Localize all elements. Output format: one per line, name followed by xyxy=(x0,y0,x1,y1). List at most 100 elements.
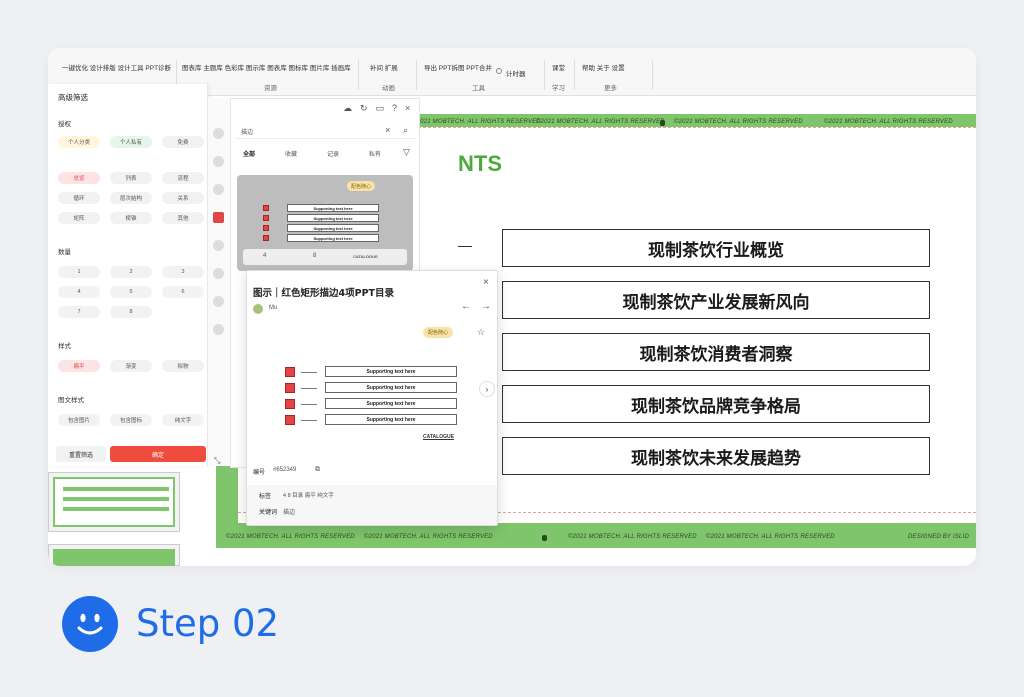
toc-item[interactable]: 现制茶饮产业发展新风向 xyxy=(502,281,930,319)
supporting-text: Supporting text here xyxy=(325,398,457,409)
filter-pill[interactable]: 1 xyxy=(58,266,100,278)
filter-pill[interactable]: 8 xyxy=(110,306,152,318)
filter-title: 高级筛选 xyxy=(58,93,88,102)
filter-pill[interactable]: 个人分类 xyxy=(58,136,100,148)
filter-pill-selected[interactable]: 总览 xyxy=(58,172,100,184)
picture-icon[interactable] xyxy=(213,296,224,307)
compass-icon[interactable] xyxy=(213,268,224,279)
confirm-filter-button[interactable]: 确定 xyxy=(110,446,206,462)
advanced-filter-panel: 高级筛选 授权 个人分类 个人私有 免费 总览 列表 流程 循环 层次结构 关系… xyxy=(48,84,208,466)
ribbon-label-animation: 动画 xyxy=(382,85,395,92)
filter-pill[interactable]: 2 xyxy=(110,266,152,278)
tab-private[interactable]: 私有 xyxy=(369,149,381,158)
logo-icon xyxy=(660,120,665,126)
toc-item[interactable]: 现制茶饮品牌竞争格局 xyxy=(502,385,930,423)
filter-pill[interactable]: 棱锥 xyxy=(110,212,152,224)
diagram-icon[interactable] xyxy=(213,212,224,223)
marker-square xyxy=(263,235,269,241)
chart-icon[interactable] xyxy=(213,240,224,251)
filter-pill[interactable]: 矩阵 xyxy=(58,212,100,224)
filter-pill[interactable]: 层次结构 xyxy=(110,192,152,204)
tool-icon-column: ⤡ xyxy=(208,98,230,466)
next-arrow-icon[interactable]: → xyxy=(481,301,491,312)
keyword-value: 描边 xyxy=(283,510,296,516)
reset-filter-button[interactable]: 重置筛选 xyxy=(56,446,106,462)
filter-pill[interactable]: 3 xyxy=(162,266,204,278)
filter-section-usage: 授权 xyxy=(58,121,71,128)
author-name: Mu xyxy=(269,305,278,311)
slide-thumbnail-preview xyxy=(53,477,175,527)
supporting-text: Supporting text here xyxy=(287,234,379,242)
ribbon-divider xyxy=(544,60,545,90)
toc-item[interactable]: 现制茶饮消费者洞察 xyxy=(502,333,930,371)
filter-pill[interactable]: 7 xyxy=(58,306,100,318)
search-input[interactable]: 描边 × ⌕ xyxy=(235,123,417,139)
clear-icon[interactable]: × xyxy=(385,125,390,135)
prev-arrow-icon[interactable]: ← xyxy=(461,301,471,312)
filter-pill[interactable]: 其他 xyxy=(162,212,204,224)
footer-text: ©2021 MOBTECH. ALL RIGHTS RESERVED xyxy=(824,119,953,125)
ribbon-group-tools[interactable]: 导出 PPT拆图 PPT合并 xyxy=(424,62,492,72)
toc-item[interactable]: 现制茶饮未来发展趋势 xyxy=(502,437,930,475)
ribbon-group-resources[interactable]: 图表库 主题库 色彩库 图示库 图表库 图标库 图片库 插画库 xyxy=(182,62,351,72)
timer-icon[interactable] xyxy=(496,68,502,74)
tab-all[interactable]: 全部 xyxy=(243,149,255,158)
collapse-icon[interactable]: ⤡ xyxy=(214,456,220,466)
filter-pill[interactable]: 6 xyxy=(162,286,204,298)
ribbon-group-more[interactable]: 帮助 关于 设置 xyxy=(582,62,625,72)
ribbon-divider xyxy=(416,60,417,90)
footer-text: ©2021 MOBTECH. ALL RIGHTS RESERVED xyxy=(674,119,803,125)
tab-history[interactable]: 记录 xyxy=(327,149,339,158)
slide-thumbnail-preview xyxy=(53,549,175,566)
ribbon-label-tools: 工具 xyxy=(472,85,485,92)
slide-thumbnail[interactable] xyxy=(48,544,180,566)
search-icon[interactable]: ⌕ xyxy=(403,125,408,136)
search-query: 描边 xyxy=(241,130,254,136)
filter-pill[interactable]: 4 xyxy=(58,286,100,298)
copy-icon[interactable]: ⧉ xyxy=(315,466,320,474)
tab-favorites[interactable]: 收藏 xyxy=(285,149,297,158)
filter-pill[interactable]: 包含图标 xyxy=(110,414,152,426)
toc-item[interactable]: 现制茶饮行业概览 xyxy=(502,229,930,267)
filter-pill[interactable]: 5 xyxy=(110,286,152,298)
catalogue-label: CATALOGUE xyxy=(353,254,378,259)
ribbon-group-animation[interactable]: 补间 扩展 xyxy=(370,62,398,72)
close-icon[interactable]: × xyxy=(483,277,489,288)
filter-pill[interactable]: 列表 xyxy=(110,172,152,184)
settings-icon[interactable] xyxy=(213,324,224,335)
timer-button[interactable]: 计时器 xyxy=(506,68,526,78)
result-card[interactable]: 配色随心 Supporting text here Supporting tex… xyxy=(237,175,413,271)
filter-pill[interactable]: 循环 xyxy=(58,192,100,204)
filter-pill[interactable]: 关系 xyxy=(162,192,204,204)
filter-pill[interactable]: 个人私有 xyxy=(110,136,152,148)
image-icon[interactable] xyxy=(213,156,224,167)
palette-icon[interactable] xyxy=(213,184,224,195)
marker-square xyxy=(285,383,295,393)
id-value: #652349 xyxy=(273,467,297,473)
filter-section-mix: 图文样式 xyxy=(58,397,84,404)
ribbon-group-learn[interactable]: 课堂 xyxy=(552,62,565,72)
next-preview-button[interactable]: › xyxy=(479,381,495,397)
filter-pill[interactable]: 纯文字 xyxy=(162,414,204,426)
thumbnail-bar xyxy=(63,497,169,501)
ribbon-label-resources: 资源 xyxy=(264,85,277,92)
keyword-label: 关键词 xyxy=(259,510,278,516)
camera-icon[interactable] xyxy=(213,128,224,139)
filter-pill[interactable]: 拟物 xyxy=(162,360,204,372)
filter-pill[interactable]: 包含图片 xyxy=(58,414,100,426)
slide-thumbnail[interactable] xyxy=(48,472,180,532)
marker-square xyxy=(285,399,295,409)
connector-line xyxy=(301,404,317,405)
ribbon-divider xyxy=(358,60,359,90)
footer-right-text: DESIGNED BY ISLID xyxy=(908,534,969,540)
filter-pill[interactable]: 渐变 xyxy=(110,360,152,372)
footer-text: ©2021 MOBTECH. ALL RIGHTS RESERVED xyxy=(706,534,835,540)
star-icon[interactable]: ☆ xyxy=(477,327,485,338)
filter-pill[interactable]: 免费 xyxy=(162,136,204,148)
ribbon-group-design[interactable]: 一键优化 设计排版 设计工具 PPT诊断 xyxy=(62,62,171,72)
filter-pill-selected[interactable]: 扁平 xyxy=(58,360,100,372)
filter-section-style: 样式 xyxy=(58,343,71,350)
panel-tool-icons[interactable]: ☁↻▭?× xyxy=(343,103,418,114)
filter-pill[interactable]: 流程 xyxy=(162,172,204,184)
filter-icon[interactable]: ▽ xyxy=(403,147,410,158)
